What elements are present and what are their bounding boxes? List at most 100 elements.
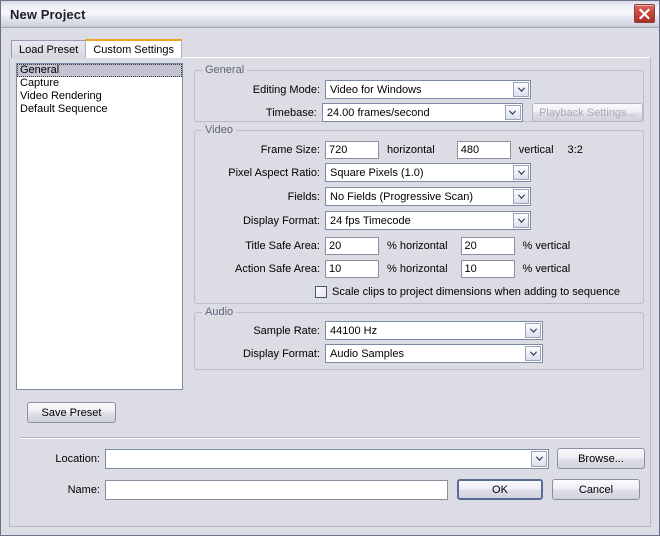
tab-strip: Load Preset Custom Settings [11, 39, 183, 58]
category-item-capture[interactable]: Capture [17, 77, 182, 90]
tab-custom-settings[interactable]: Custom Settings [85, 39, 183, 58]
category-item-general-label: General [20, 64, 60, 76]
editing-mode-label-text: Editing Mode: [252, 83, 320, 96]
close-icon [638, 8, 651, 20]
aspect-ratio-text: 3:2 [567, 143, 583, 156]
timebase-label-text: Timebase: [265, 106, 317, 119]
title-safe-area-row: Title Safe Area: 20 % horizontal 20 % ve… [195, 236, 643, 255]
tab-load-preset[interactable]: Load Preset [11, 40, 87, 58]
browse-button[interactable]: Browse... [557, 448, 645, 469]
ok-button[interactable]: OK [457, 479, 543, 500]
chevron-down-icon [517, 194, 526, 200]
action-safe-area-label-text: Action Safe Area: [235, 262, 320, 275]
ok-button-label: OK [492, 483, 508, 496]
cancel-button[interactable]: Cancel [552, 479, 640, 500]
fields-value: No Fields (Progressive Scan) [330, 190, 474, 203]
video-display-format-row: Display Format: 24 fps Timecode [195, 211, 643, 230]
scale-clips-checkbox[interactable] [315, 285, 327, 298]
browse-button-label: Browse... [578, 452, 624, 465]
video-display-format-combobox[interactable]: 24 fps Timecode [325, 211, 531, 230]
pixel-aspect-ratio-label-text: Pixel Aspect Ratio: [228, 166, 320, 179]
sample-rate-label: Sample Rate: [195, 325, 325, 337]
playback-settings-button[interactable]: Playback Settings... [531, 103, 643, 122]
frame-size-horizontal-value: 720 [329, 143, 348, 156]
scale-clips-row[interactable]: Scale clips to project dimensions when a… [315, 282, 620, 301]
timebase-combobox[interactable]: 24.00 frames/second [321, 103, 523, 122]
title-safe-vertical-input[interactable]: 20 [460, 236, 515, 255]
chevron-down-icon [517, 218, 526, 224]
frame-size-vertical-input[interactable]: 480 [456, 140, 511, 159]
frame-size-label: Frame Size: [195, 144, 325, 156]
location-combobox[interactable] [105, 448, 549, 469]
location-row: Location: Browse... [10, 448, 650, 469]
category-item-default-sequence[interactable]: Default Sequence [17, 103, 182, 116]
video-display-format-label-text: Display Format: [242, 214, 320, 227]
sample-rate-value: 44100 Hz [330, 324, 378, 337]
fields-label: Fields: [195, 191, 325, 203]
general-group-title: General [202, 64, 248, 76]
title-bar[interactable]: New Project [1, 1, 659, 28]
video-group-title: Video [202, 124, 236, 136]
audio-display-format-dropdown-button[interactable] [525, 346, 541, 361]
location-dropdown-button[interactable] [531, 450, 547, 467]
category-item-general[interactable]: General [17, 64, 182, 77]
cancel-button-label: Cancel [578, 483, 614, 496]
audio-group-title: Audio [202, 306, 237, 318]
editing-mode-combobox[interactable]: Video for Windows [325, 80, 531, 99]
action-safe-area-row: Action Safe Area: 10 % horizontal 10 % v… [195, 259, 643, 278]
settings-category-list[interactable]: General Capture Video Rendering Default … [16, 63, 183, 390]
footer-separator [20, 437, 640, 439]
title-safe-horizontal-input[interactable]: 20 [325, 236, 379, 255]
sample-rate-label-text: Sample Rate: [253, 324, 320, 337]
timebase-dropdown-button[interactable] [504, 105, 521, 120]
editing-mode-label: Editing Mode: [195, 84, 325, 96]
sample-rate-dropdown-button[interactable] [525, 323, 541, 338]
close-button[interactable] [634, 4, 655, 23]
frame-size-horizontal-input[interactable]: 720 [325, 140, 379, 159]
action-safe-vertical-input[interactable]: 10 [460, 259, 515, 278]
action-safe-vertical-value: 10 [464, 262, 477, 275]
sample-rate-combobox[interactable]: 44100 Hz [325, 321, 543, 340]
tab-load-preset-label: Load Preset [19, 43, 79, 56]
editing-mode-row: Editing Mode: Video for Windows [195, 80, 643, 99]
name-input[interactable] [105, 479, 448, 500]
audio-display-format-value: Audio Samples [330, 347, 404, 360]
frame-size-vertical-unit: vertical [518, 143, 554, 156]
scale-clips-label: Scale clips to project dimensions when a… [332, 285, 621, 298]
fields-label-text: Fields: [287, 190, 320, 203]
chevron-down-icon [529, 351, 538, 357]
pixel-aspect-ratio-dropdown-button[interactable] [513, 165, 529, 180]
settings-pane: General Editing Mode: Video for Windows [190, 62, 646, 392]
audio-display-format-label-text: Display Format: [242, 347, 320, 360]
pixel-aspect-ratio-combobox[interactable]: Square Pixels (1.0) [325, 163, 531, 182]
audio-display-format-row: Display Format: Audio Samples [195, 344, 643, 363]
video-display-format-dropdown-button[interactable] [513, 213, 529, 228]
pixel-aspect-ratio-row: Pixel Aspect Ratio: Square Pixels (1.0) [195, 163, 643, 182]
action-safe-vertical-unit: % vertical [522, 262, 571, 275]
fields-row: Fields: No Fields (Progressive Scan) [195, 187, 643, 206]
action-safe-horizontal-value: 10 [329, 262, 342, 275]
playback-settings-button-label: Playback Settings... [539, 106, 636, 119]
tab-custom-settings-label: Custom Settings [93, 43, 175, 56]
timebase-value: 24.00 frames/second [326, 106, 430, 119]
location-label-text: Location: [55, 452, 100, 465]
audio-display-format-label: Display Format: [195, 348, 325, 360]
fields-dropdown-button[interactable] [513, 189, 529, 204]
pixel-aspect-ratio-value: Square Pixels (1.0) [330, 166, 424, 179]
editing-mode-dropdown-button[interactable] [513, 82, 529, 97]
video-group: Video Frame Size: 720 horizontal 480 ver… [194, 124, 644, 304]
chevron-down-icon [517, 87, 526, 93]
title-safe-vertical-value: 20 [464, 239, 477, 252]
chevron-down-icon [535, 456, 544, 462]
sample-rate-row: Sample Rate: 44100 Hz [195, 321, 643, 340]
chevron-down-icon [508, 110, 517, 116]
audio-display-format-combobox[interactable]: Audio Samples [325, 344, 543, 363]
category-item-video-rendering[interactable]: Video Rendering [17, 90, 182, 103]
timebase-label: Timebase: [195, 107, 322, 119]
save-preset-button[interactable]: Save Preset [27, 402, 116, 423]
fields-combobox[interactable]: No Fields (Progressive Scan) [325, 187, 531, 206]
new-project-dialog: New Project Load Preset Custom Settings [0, 0, 660, 536]
title-safe-horizontal-unit: % horizontal [387, 239, 448, 252]
custom-settings-panel: General Capture Video Rendering Default … [9, 57, 651, 527]
action-safe-horizontal-input[interactable]: 10 [325, 259, 379, 278]
